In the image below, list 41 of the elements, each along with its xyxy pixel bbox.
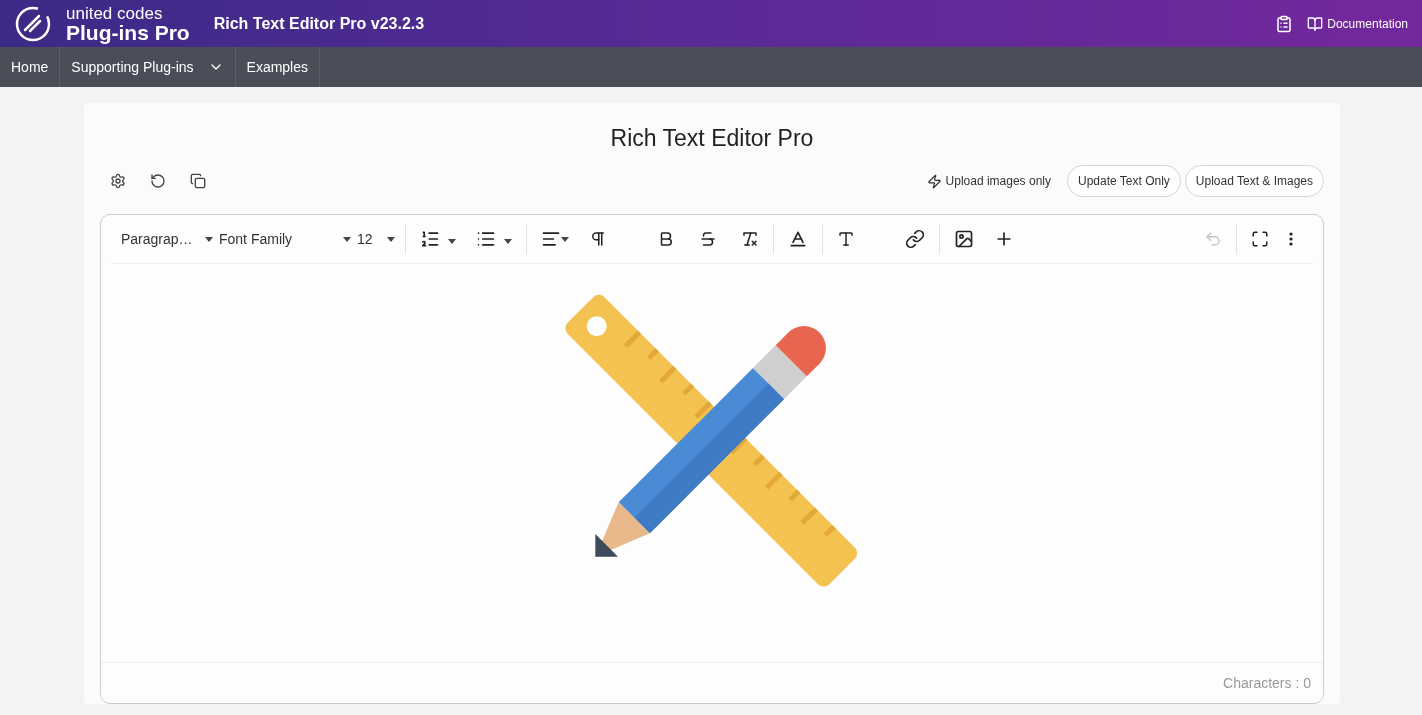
settings-icon[interactable] [110, 173, 126, 189]
windows-icon[interactable] [190, 173, 206, 189]
caret-icon [561, 236, 569, 242]
undo-icon [1204, 230, 1222, 248]
caret-icon [504, 238, 512, 244]
caret-icon [387, 236, 395, 242]
character-count: Characters : 0 [1223, 675, 1311, 691]
font-family-select[interactable]: Font Family [219, 231, 357, 247]
pilcrow-icon [589, 230, 607, 248]
brand-product: Plug-ins Pro [66, 21, 190, 43]
numbered-list-icon [420, 229, 440, 249]
documentation-link[interactable]: Documentation [1307, 15, 1408, 32]
font-size-select[interactable]: 12 [357, 231, 401, 247]
more-icon [1289, 232, 1293, 246]
lightning-icon [926, 173, 942, 189]
nav-item[interactable]: Supporting Plug-ins [60, 47, 236, 87]
font-style-icon [837, 230, 855, 248]
strikethrough-icon [699, 230, 717, 248]
action-button[interactable]: Upload Text & Images [1184, 165, 1324, 197]
clipboard-icon[interactable] [1275, 14, 1294, 33]
logo-icon [14, 4, 52, 43]
action-button[interactable]: Update Text Only [1067, 165, 1181, 197]
nav-item[interactable]: Home [0, 47, 61, 87]
fullscreen-icon [1251, 230, 1269, 248]
caret-icon [205, 236, 213, 242]
app-title: Rich Text Editor Pro v23.2.3 [213, 14, 425, 33]
page-title: Rich Text Editor Pro [609, 125, 815, 152]
book-icon [1307, 15, 1324, 32]
brand-name: united codes [66, 4, 164, 22]
bullet-list-icon [476, 229, 496, 249]
reset-icon[interactable] [150, 173, 166, 189]
image-icon [954, 229, 974, 249]
clear-format-icon [741, 230, 759, 248]
block-format-select[interactable]: Paragrap… [121, 231, 219, 247]
caret-icon [448, 238, 456, 244]
text-color-icon [788, 229, 808, 249]
link-icon [905, 229, 925, 249]
caret-icon [343, 236, 351, 242]
upload-images-link[interactable]: Upload images only [926, 173, 1051, 189]
align-left-icon [541, 229, 561, 249]
nav-item[interactable]: Examples [235, 47, 320, 87]
